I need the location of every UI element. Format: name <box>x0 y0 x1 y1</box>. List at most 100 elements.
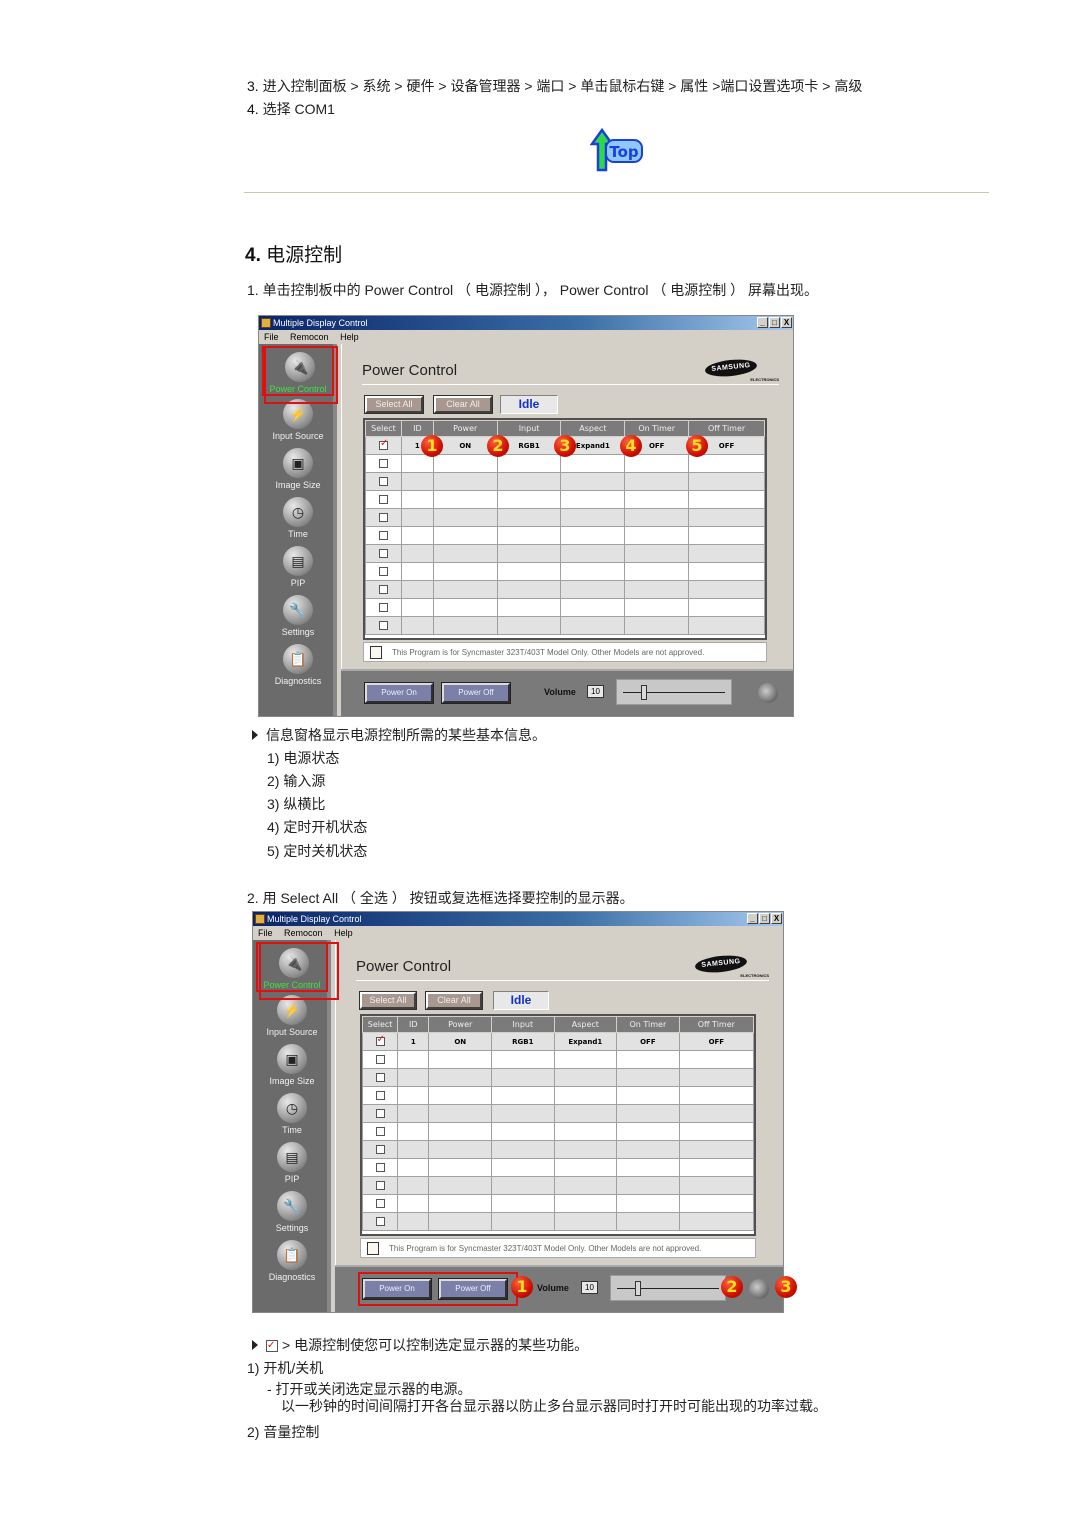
column-header-input[interactable]: Input <box>491 1016 555 1033</box>
row-checkbox[interactable] <box>378 513 388 522</box>
column-header-on-timer[interactable]: On Timer <box>616 1016 680 1033</box>
row-checkbox[interactable] <box>375 1127 385 1136</box>
column-header-aspect[interactable]: Aspect <box>560 420 626 437</box>
table-row[interactable] <box>365 454 765 473</box>
row-checkbox[interactable] <box>375 1091 385 1100</box>
minimize-button[interactable]: _ <box>757 317 768 328</box>
table-row[interactable] <box>361 1158 755 1177</box>
row-checkbox[interactable] <box>378 495 388 504</box>
sidebar-item-time[interactable]: ◷ Time <box>262 493 334 543</box>
row-checkbox[interactable] <box>378 438 388 450</box>
table-row[interactable]: 1ONRGB1Expand1OFFOFF <box>361 1032 755 1051</box>
table-row[interactable] <box>361 1068 755 1087</box>
row-checkbox[interactable] <box>378 621 388 630</box>
column-header-power[interactable]: Power <box>432 420 498 437</box>
select-all-button[interactable]: Select All <box>359 991 417 1010</box>
row-checkbox[interactable] <box>378 567 388 576</box>
slider-thumb[interactable] <box>640 685 647 700</box>
table-row[interactable] <box>365 508 765 527</box>
select-cell[interactable] <box>361 1086 399 1105</box>
top-link[interactable]: Top <box>589 127 644 172</box>
select-cell[interactable] <box>365 436 402 455</box>
menu-file[interactable]: File <box>264 332 279 342</box>
row-checkbox[interactable] <box>375 1073 385 1082</box>
sidebar-item-image-size[interactable]: ▣ Image Size <box>256 1040 328 1090</box>
table-row[interactable] <box>361 1140 755 1159</box>
table-row[interactable] <box>365 544 765 563</box>
table-row[interactable] <box>361 1176 755 1195</box>
menu-file[interactable]: File <box>258 928 273 938</box>
column-header-select[interactable]: Select <box>361 1016 399 1033</box>
column-header-input[interactable]: Input <box>496 420 562 437</box>
select-cell[interactable] <box>361 1068 399 1087</box>
select-cell[interactable] <box>365 544 402 563</box>
select-cell[interactable] <box>365 580 402 599</box>
maximize-button[interactable]: □ <box>759 913 770 924</box>
select-cell[interactable] <box>365 598 402 617</box>
select-all-button[interactable]: Select All <box>364 395 424 414</box>
column-header-power[interactable]: Power <box>428 1016 492 1033</box>
row-checkbox[interactable] <box>378 477 388 486</box>
row-checkbox[interactable] <box>375 1163 385 1172</box>
select-cell[interactable] <box>361 1158 399 1177</box>
row-checkbox[interactable] <box>378 603 388 612</box>
select-cell[interactable] <box>361 1122 399 1141</box>
power-on-button[interactable]: Power On <box>364 682 434 704</box>
table-row[interactable] <box>361 1104 755 1123</box>
row-checkbox[interactable] <box>375 1181 385 1190</box>
select-cell[interactable] <box>365 562 402 581</box>
column-header-id[interactable]: ID <box>397 1016 430 1033</box>
row-checkbox[interactable] <box>375 1217 385 1226</box>
select-cell[interactable] <box>365 454 402 473</box>
row-checkbox[interactable] <box>378 549 388 558</box>
table-row[interactable] <box>361 1086 755 1105</box>
menu-remocon[interactable]: Remocon <box>290 332 329 342</box>
speaker-icon[interactable] <box>758 683 778 703</box>
column-header-off-timer[interactable]: Off Timer <box>688 420 765 437</box>
sidebar-item-diagnostics[interactable]: 📋 Diagnostics <box>262 640 334 690</box>
row-checkbox[interactable] <box>378 531 388 540</box>
menu-help[interactable]: Help <box>334 928 353 938</box>
menu-help[interactable]: Help <box>340 332 359 342</box>
select-cell[interactable] <box>361 1050 399 1069</box>
row-checkbox[interactable] <box>375 1109 385 1118</box>
select-cell[interactable] <box>365 526 402 545</box>
sidebar-item-settings[interactable]: 🔧 Settings <box>256 1187 328 1237</box>
column-header-off-timer[interactable]: Off Timer <box>678 1016 755 1033</box>
close-button[interactable]: X <box>771 913 782 924</box>
speaker-icon[interactable] <box>749 1279 769 1299</box>
sidebar-item-pip[interactable]: ▤ PIP <box>262 542 334 592</box>
volume-slider[interactable] <box>616 679 732 705</box>
sidebar-item-pip[interactable]: ▤ PIP <box>256 1138 328 1188</box>
row-checkbox[interactable] <box>378 459 388 468</box>
slider-thumb[interactable] <box>634 1281 641 1296</box>
maximize-button[interactable]: □ <box>769 317 780 328</box>
clear-all-button[interactable]: Clear All <box>425 991 483 1010</box>
select-cell[interactable] <box>365 616 402 635</box>
select-cell[interactable] <box>361 1104 399 1123</box>
sidebar-item-image-size[interactable]: ▣ Image Size <box>262 444 334 494</box>
table-row[interactable] <box>361 1212 755 1231</box>
table-row[interactable] <box>365 490 765 509</box>
select-cell[interactable] <box>361 1032 399 1051</box>
row-checkbox[interactable] <box>375 1055 385 1064</box>
column-header-aspect[interactable]: Aspect <box>553 1016 618 1033</box>
select-cell[interactable] <box>361 1176 399 1195</box>
table-row[interactable] <box>361 1194 755 1213</box>
table-row[interactable] <box>365 580 765 599</box>
table-row[interactable] <box>365 526 765 545</box>
sidebar-item-diagnostics[interactable]: 📋 Diagnostics <box>256 1236 328 1286</box>
minimize-button[interactable]: _ <box>747 913 758 924</box>
close-button[interactable]: X <box>781 317 792 328</box>
select-cell[interactable] <box>365 490 402 509</box>
select-cell[interactable] <box>361 1140 399 1159</box>
volume-slider[interactable] <box>610 1275 726 1301</box>
row-checkbox[interactable] <box>375 1034 385 1046</box>
row-checkbox[interactable] <box>375 1199 385 1208</box>
sidebar-item-time[interactable]: ◷ Time <box>256 1089 328 1139</box>
sidebar-item-settings[interactable]: 🔧 Settings <box>262 591 334 641</box>
select-cell[interactable] <box>361 1194 399 1213</box>
table-row[interactable] <box>365 472 765 491</box>
menu-remocon[interactable]: Remocon <box>284 928 323 938</box>
select-cell[interactable] <box>365 508 402 527</box>
